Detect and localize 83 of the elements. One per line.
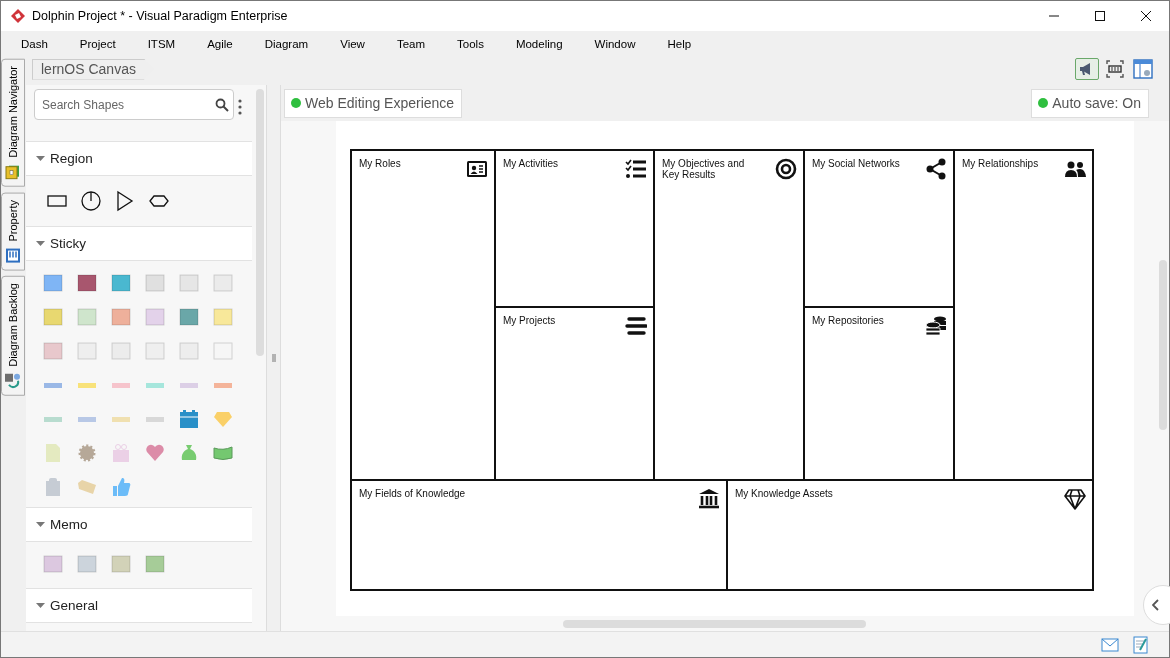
menu-item[interactable]: Window [586, 36, 644, 52]
money-bag-icon[interactable] [179, 443, 199, 463]
stopwatch-icon[interactable] [80, 190, 102, 212]
id-card-icon [466, 158, 488, 180]
collapse-caret-icon [36, 239, 45, 248]
collapse-caret-icon [36, 520, 45, 529]
section-header[interactable]: General [26, 588, 252, 623]
scrollbar[interactable] [256, 89, 264, 356]
section-title: Region [50, 151, 93, 166]
section-title: General [50, 598, 99, 613]
panel-icon [5, 247, 21, 264]
block-title: My Repositories [812, 315, 884, 326]
diamond-icon[interactable] [213, 409, 233, 429]
calendar-icon[interactable] [179, 409, 199, 429]
grip-icon [271, 354, 276, 362]
panel-icon [5, 373, 21, 390]
section-header[interactable]: Memo [26, 507, 252, 542]
status-dot [1038, 98, 1049, 108]
chevron-left-icon[interactable] [1152, 599, 1160, 611]
menu-item[interactable]: Project [71, 36, 124, 52]
tag-icon[interactable] [77, 477, 97, 497]
share-icon [925, 158, 947, 180]
status-badge: Auto save: On [1031, 88, 1149, 118]
block-title: My Projects [503, 315, 556, 326]
bank-icon [698, 488, 720, 510]
clipboard-icon[interactable] [43, 477, 63, 497]
more-options-icon[interactable] [238, 99, 242, 115]
section-header[interactable]: Sticky [26, 226, 252, 261]
block-title: My Relationships [962, 158, 1039, 169]
mail-button[interactable] [1101, 637, 1119, 652]
block-title: My Social Networks [812, 158, 900, 169]
menu-item[interactable]: Diagram [256, 36, 317, 52]
section-header[interactable]: Region [26, 141, 252, 176]
side-panel-tab[interactable]: Diagram Navigator [1, 59, 25, 187]
diamond-icon [1064, 488, 1086, 510]
notes-icon [1133, 635, 1149, 654]
section-title: Sticky [50, 236, 86, 251]
panel-icon [5, 163, 21, 180]
sticky-note-icon[interactable] [111, 273, 131, 293]
menu-item[interactable]: Agile [199, 36, 241, 52]
gear-icon[interactable] [77, 443, 97, 463]
menu-bars-icon [625, 315, 647, 337]
menu-item[interactable]: ITSM [139, 36, 184, 52]
sticky-note-icon[interactable] [179, 307, 199, 327]
sticky-note-icon[interactable] [43, 273, 63, 293]
close-icon[interactable] [1140, 10, 1152, 22]
status-dot [291, 98, 301, 108]
block-title: My Objectives and Key Results [662, 158, 746, 180]
thumbs-up-icon[interactable] [111, 477, 131, 497]
window-title: Dolphin Project * - Visual Paradigm Enterprise [32, 9, 289, 23]
coins-icon [925, 315, 947, 337]
search-field[interactable]: Search Shapes [34, 89, 234, 120]
scrollbar[interactable] [1159, 260, 1167, 430]
menu-item[interactable]: Modeling [507, 36, 571, 52]
splitter-handle[interactable] [271, 354, 276, 362]
menu-item[interactable]: View [332, 36, 373, 52]
block-title: My Roles [359, 158, 401, 169]
status-badge: Web Editing Experience [284, 88, 463, 118]
search-icon [215, 98, 229, 112]
block-title: My Fields of Knowledge [359, 488, 466, 499]
app-logo-icon [10, 8, 26, 24]
block-title: My Knowledge Assets [735, 488, 833, 499]
menu-item[interactable]: Help [659, 36, 700, 52]
mail-icon [1101, 637, 1119, 652]
sticky-note-icon[interactable] [77, 273, 97, 293]
collapse-caret-icon [36, 154, 45, 163]
checklist-icon [625, 158, 647, 180]
maximize-icon[interactable] [1094, 10, 1106, 22]
menu-item[interactable]: Team [388, 36, 434, 52]
side-panel-tab[interactable]: Diagram Backlog [1, 276, 25, 397]
gift-icon[interactable] [111, 443, 131, 463]
block-title: My Activities [503, 158, 558, 169]
document-icon[interactable] [43, 443, 63, 463]
notes-button[interactable] [1133, 635, 1149, 654]
scrollbar[interactable] [563, 619, 866, 628]
target-icon [775, 158, 797, 180]
heart-icon[interactable] [145, 443, 165, 463]
banknote-icon[interactable] [213, 443, 233, 463]
section-title: Memo [50, 517, 88, 532]
side-panel-tab[interactable]: Property [1, 192, 25, 271]
collapse-caret-icon [36, 601, 45, 610]
menu-item[interactable]: Tools [449, 36, 492, 52]
menu-item[interactable]: Dash [13, 36, 56, 52]
